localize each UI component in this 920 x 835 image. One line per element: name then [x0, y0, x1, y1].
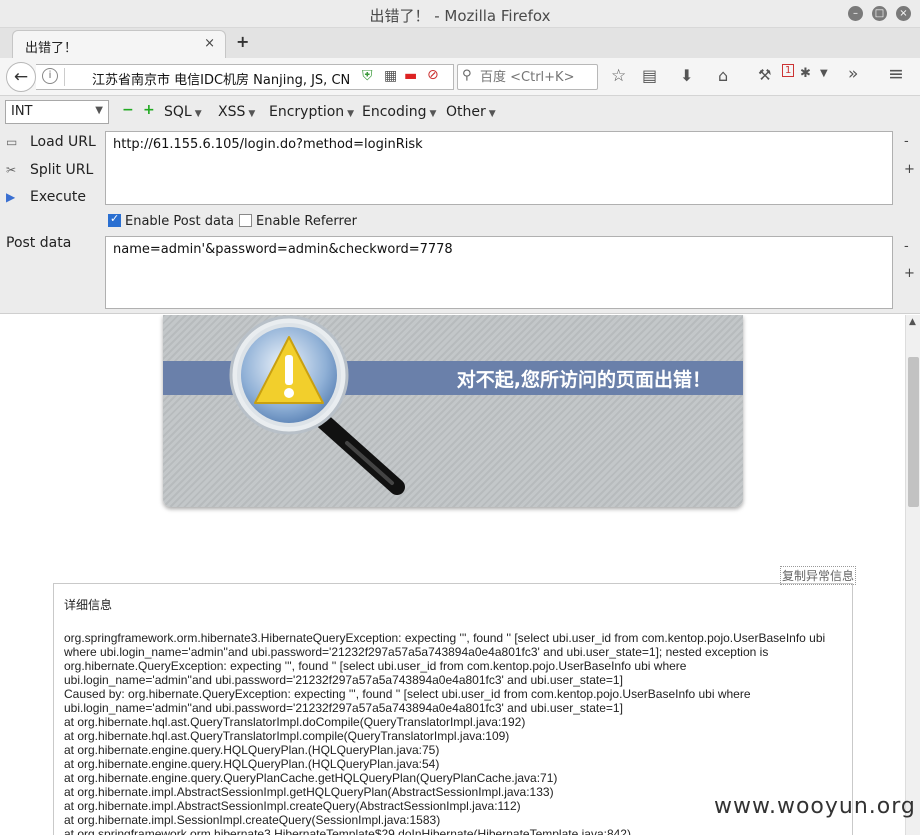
post-data-textarea[interactable]: name=admin'&password=admin&checkword=777…	[105, 236, 893, 309]
new-tab-icon[interactable]: +	[236, 32, 249, 51]
error-title: 对不起,您所访问的页面出错！	[456, 369, 711, 391]
enable-referrer-checkbox[interactable]: Enable Referrer	[239, 214, 357, 229]
type-select-value: INT	[11, 104, 33, 119]
stack-line: Caused by: org.hibernate.QueryException:…	[64, 687, 751, 701]
menu-encryption[interactable]: Encryption ▼	[269, 104, 354, 120]
enable-post-label: Enable Post data	[125, 214, 235, 229]
menu-encoding-label: Encoding	[362, 104, 427, 120]
load-url-label: Load URL	[30, 134, 96, 150]
overflow-chevron-icon[interactable]: »	[848, 64, 858, 84]
notification-badge[interactable]: 1	[782, 64, 795, 77]
window-title: 出错了！ - Mozilla Firefox	[369, 7, 551, 25]
china-flag-icon: ▬	[404, 68, 418, 84]
search-box[interactable]: ⚲	[457, 64, 598, 90]
search-input[interactable]	[480, 68, 595, 86]
stack-line: at org.hibernate.hql.ast.QueryTranslator…	[64, 715, 526, 729]
increase-icon[interactable]: +	[143, 102, 155, 118]
scissors-icon: ✂	[6, 163, 17, 177]
enable-post-checkbox[interactable]: Enable Post data	[108, 212, 235, 229]
home-icon[interactable]: ⌂	[718, 66, 728, 85]
post-expand-button[interactable]: +	[904, 266, 915, 281]
stack-line: where ubi.login_name='admin''and ubi.pas…	[64, 645, 769, 659]
post-data-label: Post data	[6, 235, 72, 251]
shield-icon[interactable]: ⛨	[362, 68, 373, 84]
hammer-icon[interactable]: ⚒	[758, 66, 771, 84]
checkbox-unchecked	[239, 214, 252, 227]
browser-window: 出错了！ - Mozilla Firefox – □ × 出错了！ × + ← …	[0, 0, 920, 835]
menu-sql-label: SQL	[164, 104, 192, 120]
scrollbar-thumb[interactable]	[908, 357, 919, 507]
stack-line: at org.springframework.orm.hibernate3.Hi…	[64, 827, 631, 835]
chevron-down-icon: ▼	[95, 105, 103, 116]
execute-label: Execute	[30, 189, 86, 205]
split-url-button[interactable]: ✂ Split URL	[6, 162, 93, 178]
scroll-up-icon[interactable]: ▲	[909, 317, 916, 327]
type-select[interactable]: INT ▼	[5, 100, 109, 124]
watermark: www.wooyun.org	[714, 794, 916, 819]
play-icon: ▶	[6, 190, 16, 204]
navigation-bar: ← i 江苏省南京市 电信IDC机房 Nanjing, JS, CN ⛨ ▦ ▬…	[0, 58, 920, 96]
menu-xss[interactable]: XSS ▼	[218, 104, 255, 120]
warning-magnifier-icon	[229, 315, 405, 495]
menu-sql[interactable]: SQL ▼	[164, 104, 202, 120]
hackbar-panel: INT ▼ − + SQL ▼ XSS ▼ Encryption ▼ Encoding…	[0, 96, 920, 314]
load-url-button[interactable]: ▭ Load URL	[6, 134, 96, 150]
execute-button[interactable]: ▶ Execute	[6, 189, 86, 205]
decrease-icon[interactable]: −	[122, 102, 134, 118]
address-bar[interactable]: i 江苏省南京市 电信IDC机房 Nanjing, JS, CN ⛨ ▦ ▬ ⊘	[36, 64, 454, 90]
menu-other-label: Other	[446, 104, 486, 120]
url-textarea[interactable]: http://61.155.6.105/login.do?method=logi…	[105, 131, 893, 205]
site-info-icon[interactable]: i	[42, 68, 58, 84]
stack-line: at org.hibernate.hql.ast.QueryTranslator…	[64, 729, 510, 743]
bug-icon[interactable]: ✱	[800, 66, 811, 81]
menu-other[interactable]: Other ▼	[446, 104, 496, 120]
stack-line: org.springframework.orm.hibernate3.Hiber…	[64, 631, 826, 645]
tab-strip: 出错了！ × +	[0, 28, 920, 59]
stack-line: at org.hibernate.engine.query.HQLQueryPl…	[64, 743, 440, 757]
back-arrow-icon[interactable]: ←	[6, 62, 36, 92]
tab-close-icon[interactable]: ×	[204, 36, 215, 51]
title-bar: 出错了！ - Mozilla Firefox – □ ×	[0, 0, 920, 28]
stack-line: org.hibernate.QueryException: expecting …	[64, 659, 687, 673]
block-icon[interactable]: ⊘	[427, 67, 439, 83]
qr-code-icon[interactable]: ▦	[384, 68, 397, 84]
search-icon: ⚲	[462, 68, 472, 83]
menu-xss-label: XSS	[218, 104, 246, 120]
download-icon[interactable]: ⬇	[680, 66, 693, 85]
close-icon[interactable]: ×	[896, 6, 911, 21]
enable-referrer-label: Enable Referrer	[256, 214, 357, 229]
menu-encoding[interactable]: Encoding ▼	[362, 104, 436, 120]
divider	[64, 68, 65, 86]
detail-heading: 详细信息	[64, 598, 113, 612]
tab-label: 出错了！	[25, 41, 78, 56]
stack-line: at org.hibernate.engine.query.QueryPlanC…	[64, 771, 558, 785]
location-text: 江苏省南京市 电信IDC机房 Nanjing, JS, CN	[92, 73, 351, 88]
vertical-scrollbar[interactable]: ▲	[905, 315, 920, 835]
url-expand-button[interactable]: +	[904, 162, 915, 177]
menu-encryption-label: Encryption	[269, 104, 345, 120]
stack-line: ubi.login_name='admin''and ubi.password=…	[64, 673, 623, 687]
stack-line: at org.hibernate.engine.query.HQLQueryPl…	[64, 757, 440, 771]
split-url-label: Split URL	[30, 162, 94, 178]
url-collapse-button[interactable]: -	[904, 134, 909, 149]
post-collapse-button[interactable]: -	[904, 239, 909, 254]
reading-list-icon[interactable]: ▤	[642, 66, 657, 85]
stack-line: ubi.login_name='admin''and ubi.password=…	[64, 701, 623, 715]
chevron-down-icon[interactable]: ▼	[820, 68, 828, 79]
page-content: 对不起,您所访问的页面出错！ 复制异常信息 详细信息 org.springfra…	[0, 315, 905, 835]
hamburger-menu-icon[interactable]: ≡	[888, 63, 904, 85]
checkbox-checked	[108, 212, 121, 227]
error-banner: 对不起,您所访问的页面出错！	[163, 315, 743, 507]
tab-active[interactable]: 出错了！ ×	[12, 30, 226, 59]
maximize-icon[interactable]: □	[872, 6, 887, 21]
load-icon: ▭	[6, 135, 18, 149]
bookmark-star-icon[interactable]: ☆	[611, 66, 626, 86]
minimize-icon[interactable]: –	[848, 6, 863, 21]
